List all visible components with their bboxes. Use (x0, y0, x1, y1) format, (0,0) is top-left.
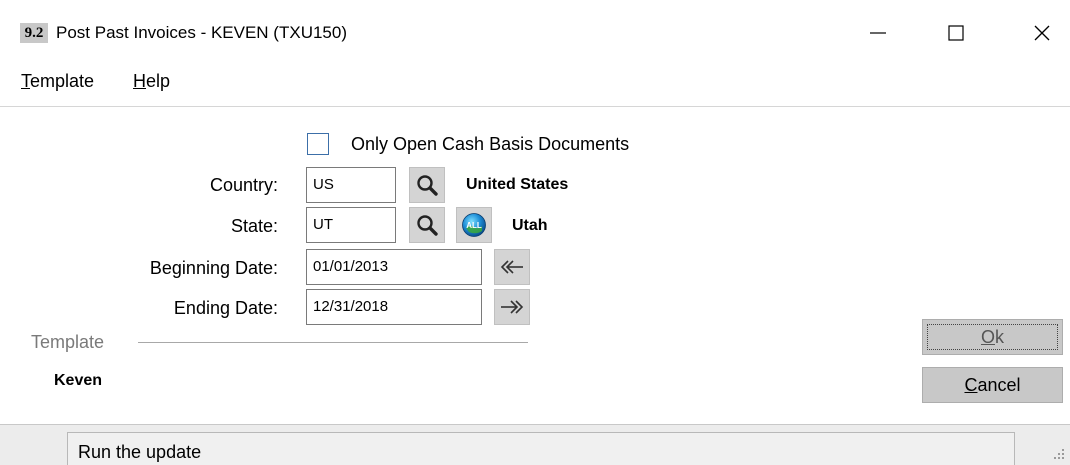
double-arrow-left-icon (500, 260, 523, 274)
menu-divider (0, 106, 1070, 107)
menu-template-mnemonic: T (21, 71, 30, 91)
status-panel: Run the update (67, 432, 1015, 465)
focus-rectangle (927, 324, 1058, 350)
cancel-mnemonic: C (964, 375, 978, 395)
ending-date-input[interactable]: 12/31/2018 (306, 289, 482, 325)
close-button[interactable] (1014, 8, 1070, 58)
beginning-date-label: Beginning Date: (149, 258, 278, 278)
country-lookup-button[interactable] (409, 167, 445, 203)
all-globe-icon: ALL (462, 213, 486, 237)
maximize-button[interactable] (928, 8, 984, 58)
country-input[interactable]: US (306, 167, 396, 203)
state-label: State: (230, 216, 278, 236)
menu-template-label: emplate (30, 71, 95, 91)
template-section-divider (138, 342, 528, 343)
country-label: Country: (209, 175, 278, 195)
menu-help-mnemonic: H (133, 71, 146, 91)
minimize-icon (870, 32, 886, 34)
window-title: Post Past Invoices - KEVEN (TXU150) (56, 23, 347, 42)
menu-bar: Template Help (0, 64, 1070, 98)
beginning-date-input[interactable]: 01/01/2013 (306, 249, 482, 285)
country-description: United States (466, 176, 569, 193)
menu-help-label: elp (146, 71, 171, 91)
only-open-cash-basis-label: Only Open Cash Basis Documents (351, 134, 630, 154)
only-open-cash-basis-checkbox[interactable] (307, 133, 329, 155)
template-value: Keven (54, 372, 103, 389)
close-icon (1034, 25, 1050, 41)
double-arrow-right-icon (501, 300, 524, 314)
maximize-icon (948, 25, 964, 41)
status-text: Run the update (78, 442, 202, 462)
ending-date-label: Ending Date: (173, 298, 278, 318)
resize-grip-icon[interactable] (1052, 447, 1066, 461)
title-bar: 9.2 Post Past Invoices - KEVEN (TXU150) (0, 0, 1070, 64)
ending-date-button[interactable] (494, 289, 530, 325)
beginning-date-button[interactable] (494, 249, 530, 285)
state-lookup-button[interactable] (409, 207, 445, 243)
state-all-button[interactable]: ALL (456, 207, 492, 243)
template-section-heading: Template (31, 332, 105, 352)
cancel-button[interactable]: Cancel (922, 367, 1063, 403)
state-input[interactable]: UT (306, 207, 396, 243)
menu-template[interactable]: Template (21, 69, 94, 93)
all-globe-text: ALL (466, 221, 482, 230)
menu-help[interactable]: Help (133, 69, 170, 93)
ok-button[interactable]: Ok (922, 319, 1063, 355)
status-bar: Run the update (0, 424, 1070, 465)
search-icon (417, 175, 438, 196)
state-description: Utah (512, 217, 548, 234)
minimize-button[interactable] (850, 8, 906, 58)
search-icon (417, 215, 438, 236)
app-version-badge: 9.2 (20, 23, 48, 43)
cancel-label: ancel (977, 375, 1021, 395)
